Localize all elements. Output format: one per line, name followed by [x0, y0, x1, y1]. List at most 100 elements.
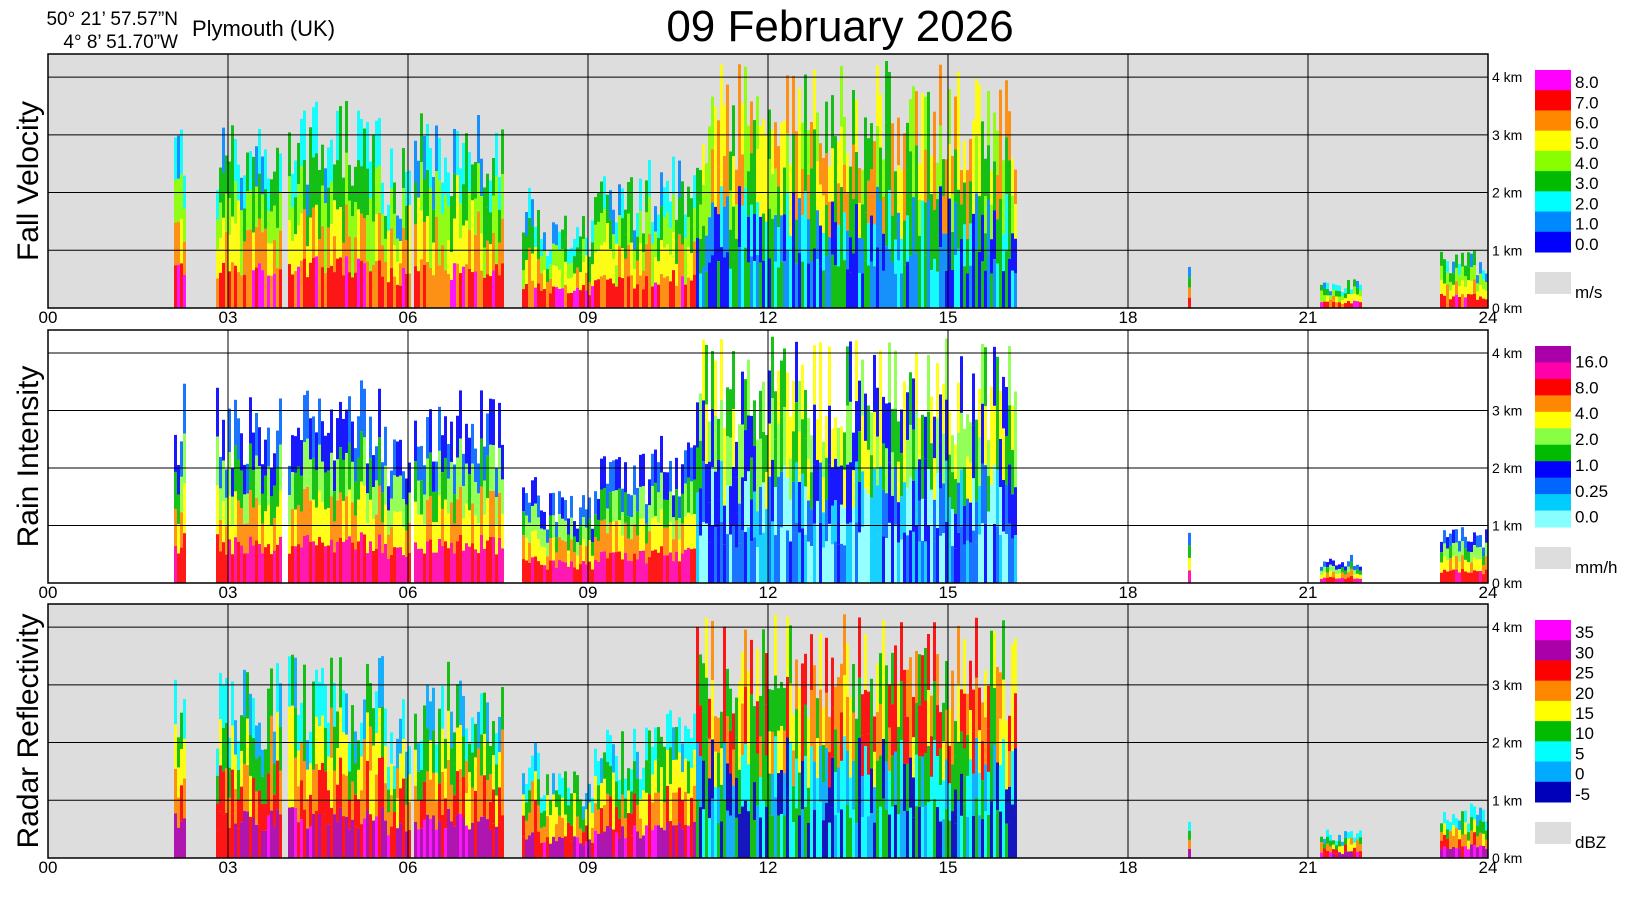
x-tick-label: 03 — [219, 858, 238, 877]
nodata-swatch — [1535, 547, 1571, 569]
y-tick-label: 3 km — [1492, 677, 1522, 693]
x-tick-label: 21 — [1299, 583, 1318, 602]
colorbar-swatch — [1535, 411, 1571, 429]
colorbar-swatch — [1535, 362, 1571, 380]
colorbar-label: 3.0 — [1575, 174, 1599, 193]
colorbar-label: 5.0 — [1575, 134, 1599, 153]
colorbar-label: 4.0 — [1575, 154, 1599, 173]
colorbar-swatch — [1535, 211, 1571, 233]
colorbar-swatch — [1535, 477, 1571, 495]
panel-1: Rain Intensity00 03 06 09 12 15 18 21 240 km1 km… — [12, 329, 1618, 602]
x-tick-label: 18 — [1119, 858, 1138, 877]
colorbar-swatch — [1535, 461, 1571, 479]
x-tick-label: 12 — [759, 583, 778, 602]
x-tick-label: 21 — [1299, 858, 1318, 877]
colorbar-swatch — [1535, 660, 1571, 682]
colorbar-swatch — [1535, 620, 1571, 641]
x-tick-label: 15 — [939, 308, 958, 327]
y-tick-label: 4 km — [1492, 345, 1522, 361]
colorbar-swatch — [1535, 494, 1571, 512]
colorbar-label: 10 — [1575, 724, 1594, 743]
y-tick-label: 4 km — [1492, 619, 1522, 635]
colorbar-swatch — [1535, 395, 1571, 413]
colorbar-label: 25 — [1575, 664, 1594, 683]
colorbar-swatch — [1535, 378, 1571, 396]
y-tick-label: 2 km — [1492, 185, 1522, 201]
y-axis-label: Radar Reflectivity — [12, 613, 45, 848]
colorbar-swatch — [1535, 700, 1571, 722]
colorbar-swatch — [1535, 680, 1571, 702]
y-tick-label: 0 km — [1492, 850, 1522, 866]
colorbar-swatch — [1535, 346, 1571, 363]
y-tick-label: 1 km — [1492, 792, 1522, 808]
y-tick-label: 0 km — [1492, 300, 1522, 316]
colorbar: 3530 252015105 0-5 dBZ — [1535, 620, 1606, 852]
colorbar: 16.0 8.0 4.0 2.0 1.0 0.25 0.0 mm/h — [1535, 346, 1618, 577]
colorbar-swatch — [1535, 130, 1571, 152]
y-tick-label: 0 km — [1492, 575, 1522, 591]
colorbar-swatch — [1535, 781, 1571, 803]
x-tick-label: 00 — [39, 858, 58, 877]
colorbar-swatch — [1535, 640, 1571, 661]
colorbar-label: 8.0 — [1575, 378, 1599, 397]
colorbar: 8.07.0 6.05.04.03.02.0 1.00.0 m/s — [1535, 70, 1602, 302]
y-axis-label: Fall Velocity — [12, 101, 45, 261]
x-tick-label: 12 — [759, 858, 778, 877]
colorbar-label: 0.0 — [1575, 508, 1599, 527]
colorbar-swatch — [1535, 721, 1571, 742]
colorbar-swatch — [1535, 428, 1571, 446]
y-tick-label: 1 km — [1492, 242, 1522, 258]
x-tick-label: 00 — [39, 583, 58, 602]
colorbar-unit: mm/h — [1575, 558, 1618, 577]
x-tick-label: 09 — [579, 308, 598, 327]
colorbar-swatch — [1535, 761, 1571, 783]
x-tick-label: 09 — [579, 858, 598, 877]
x-tick-label: 03 — [219, 583, 238, 602]
colorbar-swatch — [1535, 150, 1571, 172]
colorbar-label: 16.0 — [1575, 353, 1608, 372]
panel-0: Fall Velocity00 03 06 09 12 15 18 21 240 km1 km2… — [12, 53, 1602, 327]
colorbar-label: 0 — [1575, 765, 1584, 784]
colorbar-swatch — [1535, 741, 1571, 763]
colorbar-label: 8.0 — [1575, 73, 1599, 92]
radar-chart: Fall Velocity00 03 06 09 12 15 18 21 240 km1 km2… — [12, 53, 1618, 877]
x-tick-label: 18 — [1119, 583, 1138, 602]
nodata-swatch — [1535, 822, 1571, 844]
colorbar-swatch — [1535, 171, 1571, 192]
x-tick-label: 15 — [939, 858, 958, 877]
colorbar-label: 4.0 — [1575, 404, 1599, 423]
x-tick-label: 06 — [399, 583, 418, 602]
colorbar-label: -5 — [1575, 785, 1590, 804]
x-tick-label: 09 — [579, 583, 598, 602]
y-axis-label: Rain Intensity — [12, 366, 45, 548]
y-tick-label: 2 km — [1492, 735, 1522, 751]
colorbar-swatch — [1535, 231, 1571, 253]
x-tick-label: 18 — [1119, 308, 1138, 327]
colorbar-label: 20 — [1575, 684, 1594, 703]
colorbar-swatch — [1535, 110, 1571, 132]
colorbar-label: 7.0 — [1575, 93, 1599, 112]
y-tick-label: 1 km — [1492, 518, 1522, 534]
x-tick-label: 03 — [219, 308, 238, 327]
y-tick-label: 2 km — [1492, 460, 1522, 476]
colorbar-label: 1.0 — [1575, 215, 1599, 234]
y-tick-label: 3 km — [1492, 403, 1522, 419]
colorbar-unit: dBZ — [1575, 833, 1606, 852]
colorbar-label: 2.0 — [1575, 194, 1599, 213]
colorbar-label: 5 — [1575, 744, 1584, 763]
colorbar-unit: m/s — [1575, 283, 1602, 302]
x-tick-label: 12 — [759, 308, 778, 327]
x-tick-label: 06 — [399, 858, 418, 877]
colorbar-label: 0.0 — [1575, 235, 1599, 254]
colorbar-label: 30 — [1575, 643, 1594, 662]
colorbar-label: 35 — [1575, 623, 1594, 642]
colorbar-label: 15 — [1575, 704, 1594, 723]
colorbar-label: 0.25 — [1575, 482, 1608, 501]
panel-2: Radar Reflectivity00 03 06 09 12 15 18 21 240 km… — [12, 603, 1606, 877]
colorbar-swatch — [1535, 70, 1571, 91]
y-tick-label: 4 km — [1492, 69, 1522, 85]
colorbar-label: 2.0 — [1575, 430, 1599, 449]
x-tick-label: 00 — [39, 308, 58, 327]
nodata-swatch — [1535, 272, 1571, 294]
x-tick-label: 06 — [399, 308, 418, 327]
